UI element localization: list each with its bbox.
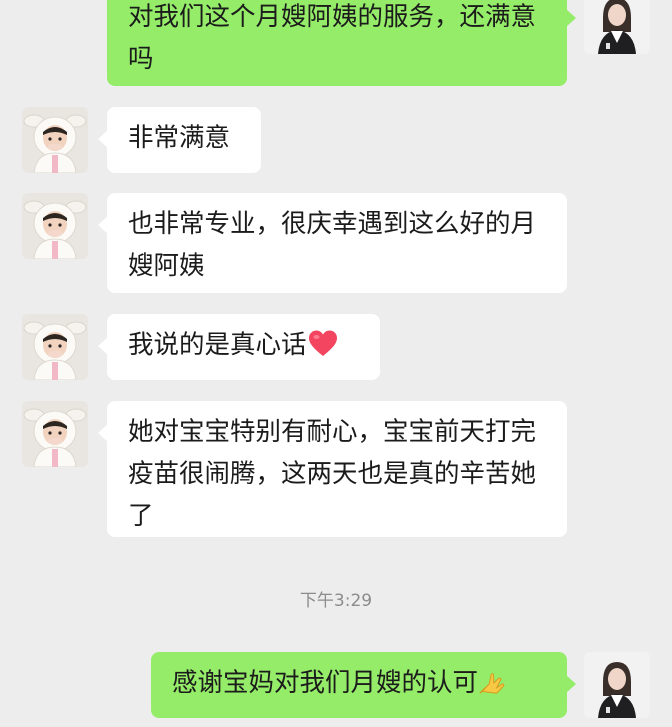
contact-avatar[interactable] <box>22 193 88 259</box>
contact-avatar[interactable] <box>22 401 88 467</box>
incoming-message-bubble[interactable]: 也非常专业，很庆幸遇到这么好的月嫂阿姨 <box>98 193 567 293</box>
self-avatar[interactable] <box>584 652 650 718</box>
message-text: 也非常专业，很庆幸遇到这么好的月嫂阿姨 <box>128 209 537 281</box>
message-text: 非常满意 <box>128 123 231 153</box>
message-text: 我说的是真心话 <box>128 330 307 360</box>
incoming-message-bubble[interactable]: 她对宝宝特别有耐心，宝宝前天打完疫苗很闹腾，这两天也是真的辛苦她了 <box>98 401 567 537</box>
outgoing-message-bubble[interactable]: 对我们这个月嫂阿姨的服务，还满意吗 <box>107 0 576 86</box>
outgoing-message-bubble[interactable]: 感谢宝妈对我们月嫂的认可 <box>151 652 576 718</box>
incoming-message-bubble[interactable]: 非常满意 <box>98 107 261 173</box>
message-timestamp: 下午3:29 <box>299 591 373 611</box>
message-text: 她对宝宝特别有耐心，宝宝前天打完疫苗很闹腾，这两天也是真的辛苦她了 <box>128 417 537 531</box>
message-text: 对我们这个月嫂阿姨的服务，还满意吗 <box>128 2 537 74</box>
praying-hands-emoji-icon <box>478 663 508 705</box>
self-avatar[interactable] <box>584 0 650 54</box>
contact-avatar[interactable] <box>22 107 88 173</box>
contact-avatar[interactable] <box>22 314 88 380</box>
incoming-message-bubble[interactable]: 我说的是真心话 <box>98 314 380 380</box>
chat-window: 对我们这个月嫂阿姨的服务，还满意吗 非常满意 也非常专业，很庆幸遇到这么好的月嫂… <box>0 0 672 727</box>
message-text: 感谢宝妈对我们月嫂的认可 <box>172 668 479 698</box>
heart-emoji-icon <box>307 325 339 367</box>
